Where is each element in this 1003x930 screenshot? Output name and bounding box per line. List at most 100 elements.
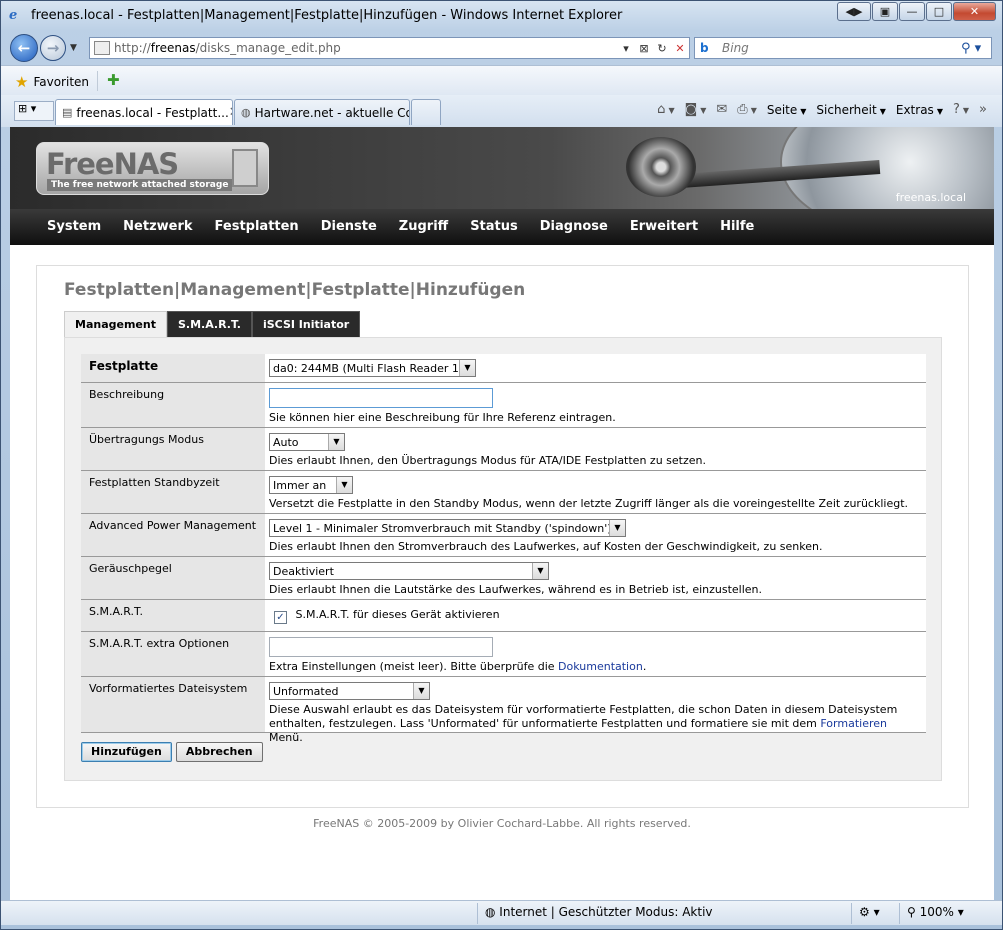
tools-menu[interactable]: Extras ▼	[896, 103, 943, 117]
formatieren-link[interactable]: Formatieren	[820, 717, 887, 730]
festplatte-label: Festplatte	[81, 354, 265, 382]
divider	[851, 903, 852, 924]
refresh-icon[interactable]: ↻	[653, 42, 671, 55]
close-tab-icon[interactable]: ✕	[229, 105, 232, 120]
search-box[interactable]: b Bing ⚲ ▾	[694, 37, 992, 59]
apm-select[interactable]: Level 1 - Minimaler Stromverbrauch mit S…	[269, 519, 626, 537]
freenas-logo[interactable]: FreeNAS The free network attached storag…	[36, 142, 269, 195]
star-icon: ★	[15, 73, 29, 91]
apm-hint: Dies erlaubt Ihnen den Stromverbrauch de…	[269, 540, 823, 553]
standby-label: Festplatten Standbyzeit	[81, 471, 265, 513]
row-standbyzeit: Festplatten Standbyzeit Immer an ▼ Verset…	[81, 471, 926, 514]
maximize-button[interactable]: □	[926, 2, 952, 21]
smart-extra-label: S.M.A.R.T. extra Optionen	[81, 632, 265, 676]
help-icon[interactable]: ? ▼	[953, 102, 969, 117]
favorites-button[interactable]: ★ Favoriten	[15, 73, 89, 91]
apm-label: Advanced Power Management	[81, 514, 265, 556]
tab-hartware[interactable]: ◍ Hartware.net - aktuelle Co...	[234, 99, 410, 125]
modus-select[interactable]: Auto ▼	[269, 433, 345, 451]
row-geraeuschpegel: Geräuschpegel Deaktiviert ▼ Dies erlaubt …	[81, 557, 926, 600]
menu-diagnose[interactable]: Diagnose	[540, 209, 608, 245]
rss-icon[interactable]: ◙ ▼	[685, 102, 707, 117]
add-favorite-icon[interactable]: ✚	[107, 71, 120, 89]
sub-tabs: Management S.M.A.R.T. iSCSI Initiator	[64, 311, 361, 338]
forward-button[interactable]: →	[40, 35, 66, 61]
aero-icon[interactable]: ▣	[872, 2, 898, 21]
menu-erweitert[interactable]: Erweitert	[630, 209, 698, 245]
menu-festplatten[interactable]: Festplatten	[215, 209, 299, 245]
menu-zugriff[interactable]: Zugriff	[399, 209, 448, 245]
navigation-bar: ← → ▼ http://freenas/disks_manage_edit.p…	[1, 31, 1002, 65]
smart-extra-input[interactable]	[269, 637, 493, 657]
safety-menu[interactable]: Sicherheit ▼	[816, 103, 885, 117]
compat-view-icon[interactable]: ⊠	[635, 42, 653, 55]
menu-hilfe[interactable]: Hilfe	[720, 209, 754, 245]
cancel-button[interactable]: Abbrechen	[175, 742, 263, 762]
address-dropdown-icon[interactable]: ▾	[617, 42, 635, 55]
security-zone[interactable]: ◍ Internet | Geschützter Modus: Aktiv	[485, 905, 713, 919]
zoom-control[interactable]: ⚲ 100% ▾	[907, 905, 964, 919]
smart-checkbox[interactable]: ✓	[274, 611, 287, 624]
dokumentation-link[interactable]: Dokumentation	[558, 660, 643, 673]
festplatte-select[interactable]: da0: 244MB (Multi Flash Reader 1.00)▼	[269, 359, 476, 377]
tab-management[interactable]: Management	[64, 311, 167, 338]
page-menu[interactable]: Seite ▼	[767, 103, 807, 117]
modus-label: Übertragungs Modus	[81, 428, 265, 470]
minimize-button[interactable]: —	[899, 2, 925, 21]
print-icon[interactable]: ⎙ ▼	[737, 102, 757, 117]
menu-system[interactable]: System	[47, 209, 101, 245]
stop-icon[interactable]: ✕	[671, 42, 689, 55]
row-uebertragungs-modus: Übertragungs Modus Auto ▼ Dies erlaubt Ih…	[81, 428, 926, 471]
menu-dienste[interactable]: Dienste	[321, 209, 377, 245]
search-input[interactable]: Bing	[722, 41, 961, 55]
ie-logo-icon: e	[9, 8, 18, 23]
home-icon[interactable]: ⌂ ▼	[657, 102, 674, 117]
command-bar: ⌂ ▼ ◙ ▼ ✉ ⎙ ▼ Seite ▼ Sicherheit ▼ Extras ▼ ? ▼…	[652, 102, 992, 117]
popup-blocker-icon[interactable]: ⚙ ▾	[859, 905, 880, 919]
tab-freenas[interactable]: ▤ freenas.local - Festplatt... ✕	[55, 99, 233, 125]
favorites-bar: ★ Favoriten ✚	[1, 65, 1002, 95]
tab-iscsi-initiator[interactable]: iSCSI Initiator	[251, 311, 361, 338]
globe-icon: ◍	[241, 106, 251, 119]
beschreibung-label: Beschreibung	[81, 383, 265, 427]
window-controls: ◀▶ ▣ — □ ✕	[836, 2, 996, 21]
tab-smart[interactable]: S.M.A.R.T.	[166, 311, 252, 338]
bing-icon: b	[700, 41, 709, 55]
search-icon[interactable]: ⚲ ▾	[961, 41, 991, 56]
history-dropdown-icon[interactable]: ▼	[70, 43, 77, 53]
divider	[899, 903, 900, 924]
sidebar-toggle-button[interactable]: ◀▶	[837, 2, 871, 21]
server-icon	[232, 149, 258, 187]
main-menu: System Netzwerk Festplatten Dienste Zugr…	[10, 209, 994, 245]
divider	[97, 71, 98, 91]
add-button[interactable]: Hinzufügen	[81, 742, 172, 762]
smart-label: S.M.A.R.T.	[81, 600, 265, 631]
fs-select[interactable]: Unformated ▼	[269, 682, 430, 700]
tab-label: Hartware.net - aktuelle Co...	[254, 105, 410, 120]
address-bar[interactable]: http://freenas/disks_manage_edit.php ▾ ⊠…	[89, 37, 690, 59]
tab-label: freenas.local - Festplatt...	[76, 105, 229, 120]
quick-tabs-button[interactable]: ⊞ ▾	[14, 101, 54, 121]
form-panel: Festplatte da0: 244MB (Multi Flash Reade…	[64, 337, 942, 781]
noise-select[interactable]: Deaktiviert ▼	[269, 562, 549, 580]
smart-checkbox-label[interactable]: S.M.A.R.T. für dieses Gerät aktivieren	[296, 608, 500, 621]
mail-icon[interactable]: ✉	[716, 102, 727, 117]
menu-netzwerk[interactable]: Netzwerk	[123, 209, 192, 245]
title-bar: e freenas.local - Festplatten|Management…	[1, 1, 1002, 31]
standby-select[interactable]: Immer an ▼	[269, 476, 353, 494]
back-button[interactable]: ←	[10, 34, 38, 62]
chevron-more-icon[interactable]: »	[979, 102, 987, 117]
row-beschreibung: Beschreibung Sie können hier eine Beschr…	[81, 383, 926, 428]
chevron-down-icon: ▼	[336, 477, 352, 493]
fs-label: Vorformatiertes Dateisystem	[81, 677, 265, 732]
close-button[interactable]: ✕	[953, 2, 996, 21]
new-tab-button[interactable]	[411, 99, 441, 125]
row-festplatte: Festplatte da0: 244MB (Multi Flash Reade…	[81, 354, 926, 383]
freenas-header: FreeNAS The free network attached storag…	[10, 127, 994, 209]
beschreibung-hint: Sie können hier eine Beschreibung für Ih…	[269, 411, 616, 424]
hostname: freenas.local	[895, 191, 966, 204]
beschreibung-input[interactable]	[269, 388, 493, 408]
menu-status[interactable]: Status	[470, 209, 518, 245]
row-apm: Advanced Power Management Level 1 - Mini…	[81, 514, 926, 557]
address-url[interactable]: http://freenas/disks_manage_edit.php	[114, 41, 617, 55]
